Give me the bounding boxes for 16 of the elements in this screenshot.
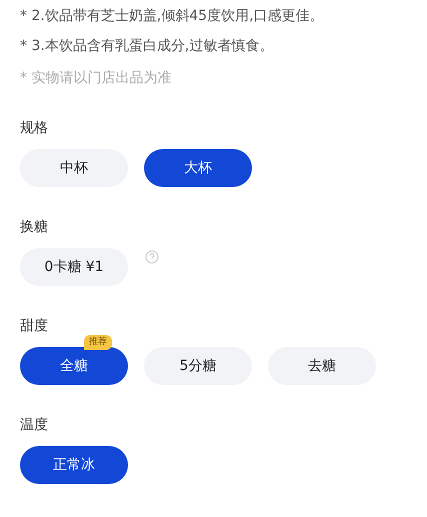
- option-button[interactable]: 大杯: [144, 149, 252, 187]
- note-text: * 3.本饮品含有乳蛋白成分,过敏者慎食。: [20, 37, 274, 56]
- option-button[interactable]: 全糖: [20, 347, 128, 385]
- option-button[interactable]: 去糖: [268, 347, 376, 385]
- option-button[interactable]: 0卡糖 ¥1: [20, 248, 128, 286]
- section-title: 换糖: [20, 218, 49, 237]
- note-text: * 2.饮品带有芝士奶盖,倾斜45度饮用,口感更佳。: [20, 7, 325, 26]
- option-button[interactable]: 5分糖: [144, 347, 252, 385]
- option-button[interactable]: 正常冰: [20, 446, 128, 484]
- option-button[interactable]: 中杯: [20, 149, 128, 187]
- section-title: 规格: [20, 119, 49, 138]
- section-title: 温度: [20, 416, 49, 435]
- recommend-badge: 推荐: [84, 335, 112, 350]
- help-icon[interactable]: [145, 250, 159, 264]
- note-text: * 实物请以门店出品为准: [20, 69, 172, 88]
- section-title: 甜度: [20, 317, 49, 336]
